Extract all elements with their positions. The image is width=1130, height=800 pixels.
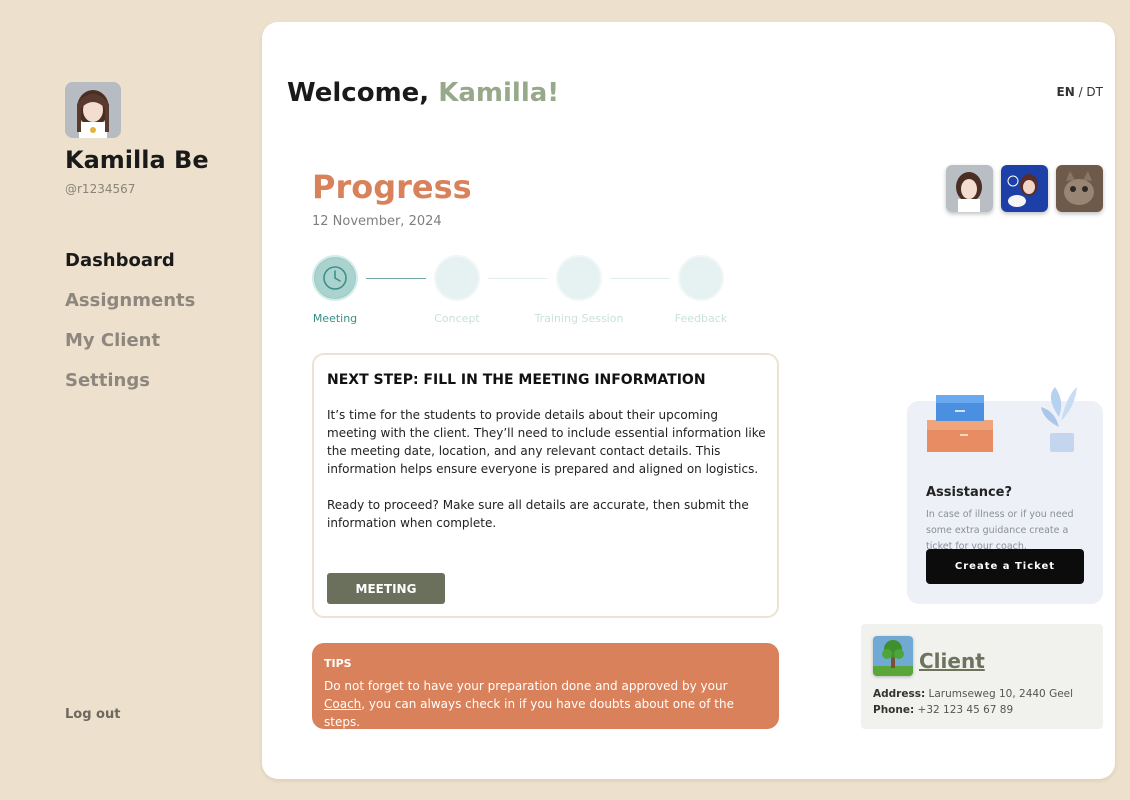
client-card: Client Address: Larumseweg 10, 2440 Geel… bbox=[861, 624, 1103, 729]
client-info: Address: Larumseweg 10, 2440 Geel Phone:… bbox=[873, 686, 1073, 718]
next-step-paragraph: Ready to proceed? Make sure all details … bbox=[327, 498, 749, 530]
assistance-text: In case of illness or if you need some e… bbox=[926, 509, 1074, 552]
create-ticket-button[interactable]: Create a Ticket bbox=[926, 549, 1084, 584]
coach-link[interactable]: Coach bbox=[324, 697, 361, 711]
step-label-concept: Concept bbox=[434, 312, 480, 325]
step-label-meeting: Meeting bbox=[312, 312, 358, 325]
client-address: Address: Larumseweg 10, 2440 Geel bbox=[873, 686, 1073, 702]
main-nav: Dashboard Assignments My Client Settings bbox=[65, 250, 195, 410]
main-panel: Welcome, Kamilla! EN / DT Progress 12 No… bbox=[262, 22, 1115, 779]
client-phone-value: +32 123 45 67 89 bbox=[914, 704, 1014, 716]
nav-item-dashboard[interactable]: Dashboard bbox=[65, 250, 195, 290]
nav-item-assignments[interactable]: Assignments bbox=[65, 290, 195, 330]
tips-title: TIPS bbox=[324, 657, 352, 670]
nav-item-settings[interactable]: Settings bbox=[65, 370, 195, 410]
user-avatar[interactable] bbox=[65, 82, 121, 138]
step-meeting[interactable] bbox=[312, 255, 358, 301]
tips-card: TIPS Do not forget to have your preparat… bbox=[312, 643, 779, 729]
progress-stepper: Meeting Concept Training Session Feedbac… bbox=[312, 255, 732, 335]
assistance-title: Assistance? bbox=[926, 485, 1013, 500]
lang-dt-option[interactable]: DT bbox=[1086, 85, 1103, 99]
lang-en-option[interactable]: EN bbox=[1057, 85, 1075, 99]
next-step-title: NEXT STEP: FILL IN THE MEETING INFORMATI… bbox=[327, 372, 706, 388]
progress-date: 12 November, 2024 bbox=[312, 214, 442, 229]
client-title-link[interactable]: Client bbox=[919, 649, 985, 673]
user-handle: @r1234567 bbox=[65, 182, 136, 196]
assistance-card: Assistance? In case of illness or if you… bbox=[907, 387, 1103, 604]
step-connector bbox=[488, 278, 548, 279]
team-member-avatar[interactable] bbox=[1056, 165, 1103, 212]
team-member-avatar[interactable] bbox=[946, 165, 993, 212]
tips-text-after: , you can always check in if you have do… bbox=[324, 697, 734, 729]
welcome-name: Kamilla! bbox=[438, 78, 560, 108]
step-connector bbox=[366, 278, 426, 279]
sidebar: Kamilla Be @r1234567 Dashboard Assignmen… bbox=[0, 0, 260, 800]
team-avatars bbox=[946, 165, 1103, 212]
next-step-body: It’s time for the students to provide de… bbox=[327, 406, 767, 532]
desk-illustration-icon bbox=[927, 387, 1077, 452]
logout-link[interactable]: Log out bbox=[65, 707, 120, 722]
next-step-card: NEXT STEP: FILL IN THE MEETING INFORMATI… bbox=[312, 353, 779, 618]
client-phone-label: Phone: bbox=[873, 704, 915, 716]
step-connector bbox=[610, 278, 670, 279]
next-step-paragraph: It’s time for the students to provide de… bbox=[327, 408, 766, 476]
client-address-value: Larumseweg 10, 2440 Geel bbox=[925, 688, 1074, 700]
team-member-avatar[interactable] bbox=[1001, 165, 1048, 212]
meeting-button[interactable]: MEETING bbox=[327, 573, 445, 604]
client-address-label: Address: bbox=[873, 688, 926, 700]
welcome-prefix: Welcome, bbox=[287, 78, 439, 108]
nav-item-my-client[interactable]: My Client bbox=[65, 330, 195, 370]
step-feedback[interactable] bbox=[678, 255, 724, 301]
tips-text: Do not forget to have your preparation d… bbox=[324, 677, 767, 731]
tips-text-before: Do not forget to have your preparation d… bbox=[324, 679, 728, 693]
step-training-session[interactable] bbox=[556, 255, 602, 301]
language-switcher: EN / DT bbox=[1057, 85, 1104, 99]
progress-title: Progress bbox=[312, 168, 472, 206]
client-phone: Phone: +32 123 45 67 89 bbox=[873, 702, 1073, 718]
user-name: Kamilla Be bbox=[65, 146, 209, 174]
client-avatar[interactable] bbox=[873, 636, 913, 676]
welcome-heading: Welcome, Kamilla! bbox=[287, 78, 559, 108]
lang-separator: / bbox=[1074, 85, 1087, 99]
step-label-feedback: Feedback bbox=[674, 312, 728, 325]
clock-icon bbox=[323, 266, 347, 290]
step-concept[interactable] bbox=[434, 255, 480, 301]
step-label-training-session: Training Session bbox=[534, 312, 624, 325]
